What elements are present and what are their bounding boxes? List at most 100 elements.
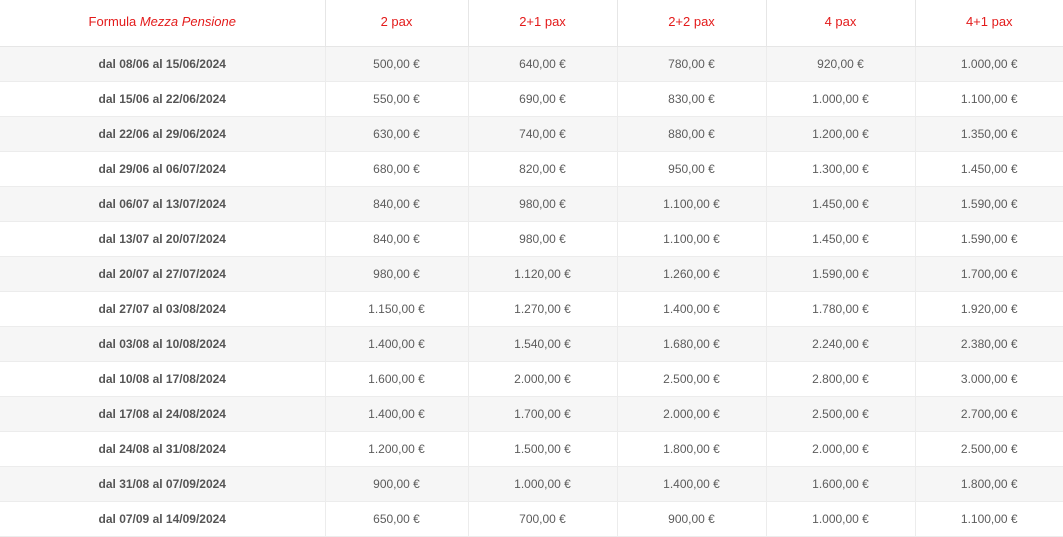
period-cell: dal 17/08 al 24/08/2024 — [0, 397, 325, 432]
price-cell: 1.920,00 € — [915, 292, 1063, 327]
price-cell: 550,00 € — [325, 82, 468, 117]
header-column-label: 2 pax — [326, 0, 468, 30]
table-row: dal 03/08 al 10/08/20241.400,00 €1.540,0… — [0, 327, 1063, 362]
price-cell: 2.000,00 € — [617, 397, 766, 432]
formula-prefix: Formula — [89, 14, 137, 29]
price-cell: 1.400,00 € — [325, 397, 468, 432]
price-cell: 1.450,00 € — [915, 152, 1063, 187]
price-cell: 1.400,00 € — [617, 292, 766, 327]
price-cell: 920,00 € — [766, 47, 915, 82]
price-cell: 2.500,00 € — [766, 397, 915, 432]
price-cell: 1.400,00 € — [617, 467, 766, 502]
header-formula: Formula Mezza Pensione — [0, 0, 325, 47]
header-column: 2 pax — [325, 0, 468, 47]
price-cell: 780,00 € — [617, 47, 766, 82]
price-cell: 1.260,00 € — [617, 257, 766, 292]
price-cell: 3.000,00 € — [915, 362, 1063, 397]
price-cell: 1.000,00 € — [468, 467, 617, 502]
period-cell: dal 06/07 al 13/07/2024 — [0, 187, 325, 222]
price-cell: 1.400,00 € — [325, 327, 468, 362]
price-cell: 1.590,00 € — [915, 187, 1063, 222]
header-column: 4 pax — [766, 0, 915, 47]
header-column: 4+1 pax — [915, 0, 1063, 47]
price-cell: 2.700,00 € — [915, 397, 1063, 432]
period-cell: dal 24/08 al 31/08/2024 — [0, 432, 325, 467]
price-cell: 740,00 € — [468, 117, 617, 152]
price-cell: 1.270,00 € — [468, 292, 617, 327]
price-cell: 1.590,00 € — [766, 257, 915, 292]
price-cell: 1.700,00 € — [915, 257, 1063, 292]
price-cell: 1.100,00 € — [915, 502, 1063, 537]
period-cell: dal 03/08 al 10/08/2024 — [0, 327, 325, 362]
table-row: dal 13/07 al 20/07/2024840,00 €980,00 €1… — [0, 222, 1063, 257]
period-cell: dal 10/08 al 17/08/2024 — [0, 362, 325, 397]
header-column-label: 4 pax — [767, 0, 915, 30]
price-cell: 2.000,00 € — [468, 362, 617, 397]
price-cell: 1.200,00 € — [766, 117, 915, 152]
price-cell: 1.100,00 € — [617, 222, 766, 257]
header-column: 2+1 pax — [468, 0, 617, 47]
price-cell: 690,00 € — [468, 82, 617, 117]
period-cell: dal 13/07 al 20/07/2024 — [0, 222, 325, 257]
price-cell: 640,00 € — [468, 47, 617, 82]
price-cell: 1.200,00 € — [325, 432, 468, 467]
price-cell: 980,00 € — [468, 187, 617, 222]
header-column: 2+2 pax — [617, 0, 766, 47]
table-row: dal 29/06 al 06/07/2024680,00 €820,00 €9… — [0, 152, 1063, 187]
table-row: dal 08/06 al 15/06/2024500,00 €640,00 €7… — [0, 47, 1063, 82]
price-cell: 1.700,00 € — [468, 397, 617, 432]
price-cell: 980,00 € — [325, 257, 468, 292]
table-row: dal 06/07 al 13/07/2024840,00 €980,00 €1… — [0, 187, 1063, 222]
price-cell: 1.450,00 € — [766, 187, 915, 222]
price-cell: 1.540,00 € — [468, 327, 617, 362]
table-row: dal 07/09 al 14/09/2024650,00 €700,00 €9… — [0, 502, 1063, 537]
header-column-label: 4+1 pax — [916, 0, 1063, 30]
header-column-label: 2+1 pax — [469, 0, 617, 30]
price-cell: 1.500,00 € — [468, 432, 617, 467]
price-cell: 2.240,00 € — [766, 327, 915, 362]
price-table: Formula Mezza Pensione 2 pax 2+1 pax 2+2… — [0, 0, 1063, 537]
table-header: Formula Mezza Pensione 2 pax 2+1 pax 2+2… — [0, 0, 1063, 47]
price-cell: 950,00 € — [617, 152, 766, 187]
price-cell: 1.100,00 € — [915, 82, 1063, 117]
table-row: dal 31/08 al 07/09/2024900,00 €1.000,00 … — [0, 467, 1063, 502]
price-cell: 1.800,00 € — [617, 432, 766, 467]
price-cell: 1.600,00 € — [766, 467, 915, 502]
period-cell: dal 15/06 al 22/06/2024 — [0, 82, 325, 117]
price-cell: 1.150,00 € — [325, 292, 468, 327]
price-cell: 1.800,00 € — [915, 467, 1063, 502]
formula-name: Mezza Pensione — [140, 14, 236, 29]
price-cell: 1.000,00 € — [766, 82, 915, 117]
table-row: dal 24/08 al 31/08/20241.200,00 €1.500,0… — [0, 432, 1063, 467]
price-cell: 1.000,00 € — [915, 47, 1063, 82]
table-row: dal 27/07 al 03/08/20241.150,00 €1.270,0… — [0, 292, 1063, 327]
price-cell: 2.500,00 € — [617, 362, 766, 397]
price-cell: 1.600,00 € — [325, 362, 468, 397]
period-cell: dal 27/07 al 03/08/2024 — [0, 292, 325, 327]
table-body: dal 08/06 al 15/06/2024500,00 €640,00 €7… — [0, 47, 1063, 537]
header-row: Formula Mezza Pensione 2 pax 2+1 pax 2+2… — [0, 0, 1063, 47]
price-cell: 840,00 € — [325, 222, 468, 257]
header-column-label: 2+2 pax — [618, 0, 766, 30]
price-cell: 900,00 € — [617, 502, 766, 537]
table-row: dal 20/07 al 27/07/2024980,00 €1.120,00 … — [0, 257, 1063, 292]
price-cell: 700,00 € — [468, 502, 617, 537]
price-cell: 830,00 € — [617, 82, 766, 117]
period-cell: dal 22/06 al 29/06/2024 — [0, 117, 325, 152]
price-cell: 680,00 € — [325, 152, 468, 187]
table-row: dal 17/08 al 24/08/20241.400,00 €1.700,0… — [0, 397, 1063, 432]
price-cell: 2.800,00 € — [766, 362, 915, 397]
price-cell: 650,00 € — [325, 502, 468, 537]
table-row: dal 10/08 al 17/08/20241.600,00 €2.000,0… — [0, 362, 1063, 397]
price-cell: 1.350,00 € — [915, 117, 1063, 152]
price-cell: 1.450,00 € — [766, 222, 915, 257]
price-cell: 630,00 € — [325, 117, 468, 152]
price-cell: 1.680,00 € — [617, 327, 766, 362]
period-cell: dal 07/09 al 14/09/2024 — [0, 502, 325, 537]
period-cell: dal 29/06 al 06/07/2024 — [0, 152, 325, 187]
price-cell: 1.000,00 € — [766, 502, 915, 537]
price-cell: 980,00 € — [468, 222, 617, 257]
price-cell: 820,00 € — [468, 152, 617, 187]
period-cell: dal 20/07 al 27/07/2024 — [0, 257, 325, 292]
period-cell: dal 08/06 al 15/06/2024 — [0, 47, 325, 82]
